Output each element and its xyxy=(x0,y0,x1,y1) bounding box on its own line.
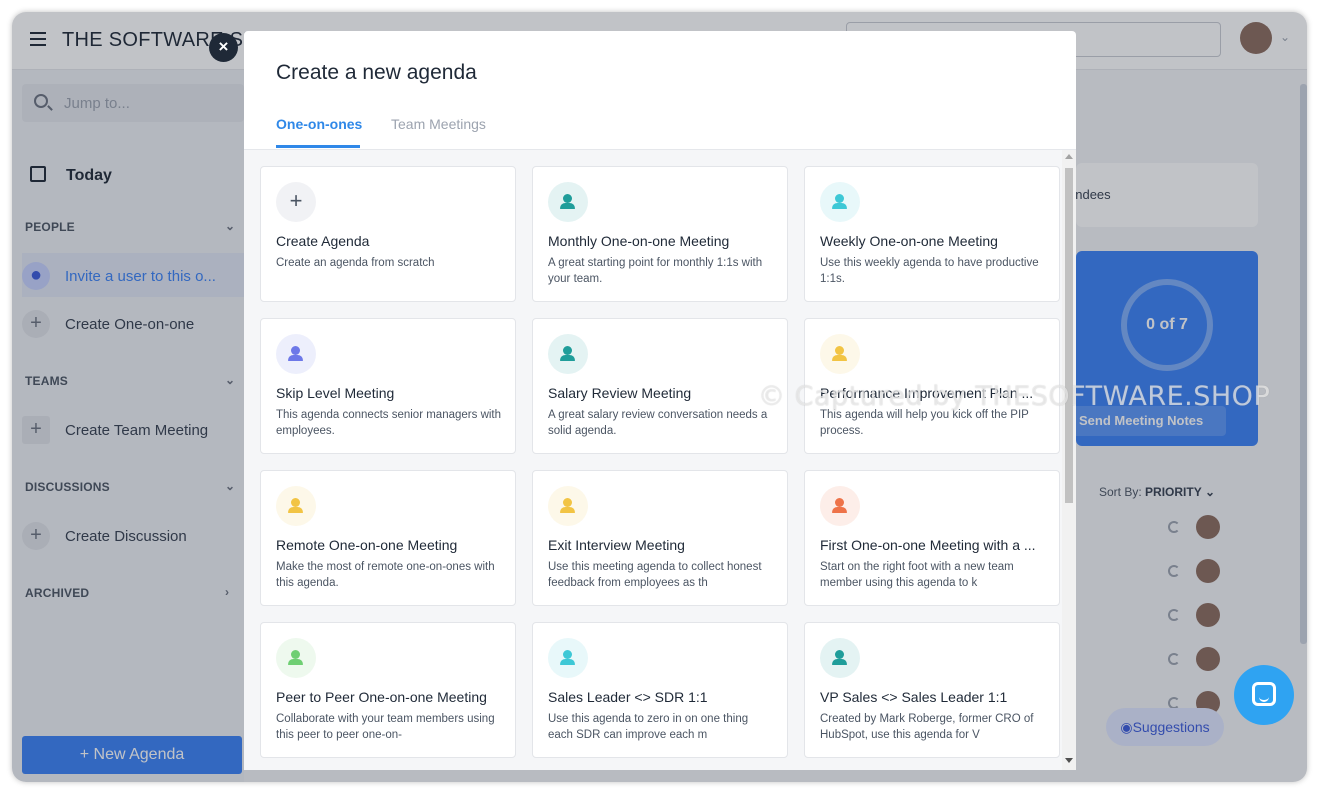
card-description: Make the most of remote one-on-ones with… xyxy=(276,561,495,589)
card-title: Exit Interview Meeting xyxy=(548,537,685,553)
card-description: This agenda connects senior managers wit… xyxy=(276,409,502,437)
card-title: VP Sales <> Sales Leader 1:1 xyxy=(820,689,1008,705)
card-description: A great salary review conversation needs… xyxy=(548,409,768,437)
agenda-template-card[interactable]: Remote One-on-one Meeting Make the most o… xyxy=(260,470,516,606)
agenda-template-card[interactable]: Salary Review Meeting A great salary revi… xyxy=(532,318,788,454)
card-title: Monthly One-on-one Meeting xyxy=(548,233,730,249)
chat-launcher-button[interactable] xyxy=(1234,665,1294,725)
agenda-template-card[interactable]: VP Sales <> Sales Leader 1:1 Created by M… xyxy=(804,622,1060,758)
person-icon xyxy=(820,638,860,678)
card-title: Peer to Peer One-on-one Meeting xyxy=(276,689,487,705)
agenda-template-card[interactable]: Sales Leader <> SDR 1:1 Use this agenda t… xyxy=(532,622,788,758)
page-scrollbar[interactable] xyxy=(1300,84,1307,644)
person-icon xyxy=(820,334,860,374)
card-title: Sales Leader <> SDR 1:1 xyxy=(548,689,708,705)
watermark: © Captured by THESOFTWARE.SHOP xyxy=(758,381,1271,412)
person-icon xyxy=(276,486,316,526)
tab-team-meetings[interactable]: Team Meetings xyxy=(391,116,486,132)
agenda-template-card[interactable]: Weekly One-on-one Meeting Use this weekly… xyxy=(804,166,1060,302)
person-icon xyxy=(548,638,588,678)
modal-scrollbar[interactable] xyxy=(1062,150,1076,770)
agenda-template-card[interactable]: Monthly One-on-one Meeting A great starti… xyxy=(532,166,788,302)
card-description: Created by Mark Roberge, former CRO of H… xyxy=(820,713,1034,741)
person-icon xyxy=(276,334,316,374)
card-description: A great starting point for monthly 1:1s … xyxy=(548,257,763,285)
person-icon xyxy=(276,638,316,678)
person-icon xyxy=(820,486,860,526)
person-icon xyxy=(548,334,588,374)
close-icon[interactable]: × xyxy=(209,33,238,62)
agenda-template-grid: + Create Agenda Create an agenda from scra… xyxy=(244,150,1062,770)
active-tab-indicator xyxy=(276,145,360,148)
agenda-template-card[interactable]: Peer to Peer One-on-one Meeting Collabora… xyxy=(260,622,516,758)
scroll-thumb[interactable] xyxy=(1065,168,1073,503)
agenda-template-card[interactable]: Exit Interview Meeting Use this meeting a… xyxy=(532,470,788,606)
card-description: Start on the right foot with a new team … xyxy=(820,561,1014,589)
agenda-template-card[interactable]: First One-on-one Meeting with a ... Start… xyxy=(804,470,1060,606)
card-description: Collaborate with your team members using… xyxy=(276,713,495,741)
person-icon xyxy=(548,486,588,526)
card-title: Weekly One-on-one Meeting xyxy=(820,233,998,249)
card-title: Remote One-on-one Meeting xyxy=(276,537,458,553)
plus-icon: + xyxy=(276,182,316,222)
card-title: Skip Level Meeting xyxy=(276,385,395,401)
chat-icon xyxy=(1252,682,1276,706)
card-title: Salary Review Meeting xyxy=(548,385,692,401)
tab-one-on-ones[interactable]: One-on-ones xyxy=(276,116,362,132)
card-description: Create an agenda from scratch xyxy=(276,257,435,269)
person-icon xyxy=(820,182,860,222)
card-title: Create Agenda xyxy=(276,233,370,249)
card-description: Use this agenda to zero in on one thing … xyxy=(548,713,749,741)
card-description: Use this meeting agenda to collect hones… xyxy=(548,561,762,589)
card-title: First One-on-one Meeting with a ... xyxy=(820,537,1036,553)
modal-title: Create a new agenda xyxy=(276,61,477,84)
agenda-template-card[interactable]: Skip Level Meeting This agenda connects s… xyxy=(260,318,516,454)
agenda-template-card[interactable]: + Create Agenda Create an agenda from scra… xyxy=(260,166,516,302)
person-icon xyxy=(548,182,588,222)
scroll-up-icon[interactable] xyxy=(1065,154,1073,159)
card-description: Use this weekly agenda to have productiv… xyxy=(820,257,1039,285)
scroll-down-icon[interactable] xyxy=(1065,758,1073,763)
